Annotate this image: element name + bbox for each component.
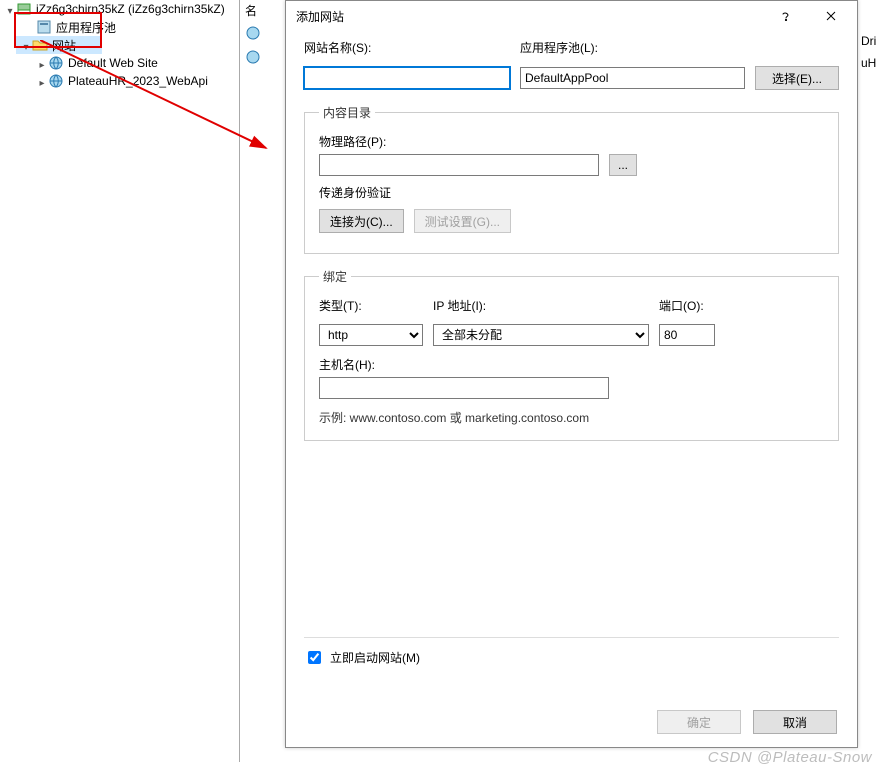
chevron-down-icon[interactable]: [20, 39, 32, 51]
content-directory-group: 内容目录 物理路径(P): ... 传递身份验证 连接为(C)... 测试设置(…: [304, 104, 839, 254]
close-button[interactable]: [808, 2, 853, 30]
inspector-panel: 名: [241, 0, 289, 762]
globe-icon: [48, 73, 64, 89]
connect-as-button[interactable]: 连接为(C)...: [319, 209, 404, 233]
ip-select[interactable]: 全部未分配: [433, 324, 649, 346]
globe-icon: [245, 49, 261, 65]
connections-tree: iZz6g3chirn35kZ (iZz6g3chirn35kZ) 应用程序池 …: [0, 0, 240, 762]
tree-sites-node[interactable]: 网站: [16, 36, 102, 54]
type-label: 类型(T):: [319, 297, 423, 314]
group-legend: 内容目录: [319, 104, 375, 121]
folder-sites-icon: [32, 37, 48, 53]
column-header[interactable]: 名: [241, 0, 289, 21]
site-name-input[interactable]: [304, 67, 510, 89]
port-label: 端口(O):: [659, 297, 719, 314]
chevron-right-icon[interactable]: [36, 57, 48, 69]
type-select[interactable]: http: [319, 324, 423, 346]
help-button[interactable]: [763, 2, 808, 30]
cancel-button[interactable]: 取消: [753, 710, 837, 734]
tree-node-label: 网站: [52, 37, 76, 54]
tree-node-label: iZz6g3chirn35kZ (iZz6g3chirn35kZ): [36, 2, 225, 16]
host-input[interactable]: [319, 377, 609, 399]
dialog-buttons: 确定 取消: [286, 697, 857, 747]
tree-node-label: Default Web Site: [68, 56, 158, 70]
passthrough-auth-label: 传递身份验证: [319, 184, 824, 201]
dialog-title: 添加网站: [296, 8, 763, 25]
physical-path-input[interactable]: [319, 154, 599, 176]
port-input[interactable]: [659, 324, 715, 346]
tree-site-plateau[interactable]: PlateauHR_2023_WebApi: [0, 72, 239, 90]
tree-node-label: 应用程序池: [56, 19, 116, 36]
app-pool-input[interactable]: [520, 67, 745, 89]
start-now-checkbox[interactable]: [308, 651, 321, 664]
select-pool-button[interactable]: 选择(E)...: [755, 66, 839, 90]
physical-path-label: 物理路径(P):: [319, 133, 824, 150]
dialog-body: 网站名称(S): 应用程序池(L): 选择(E)... 内容目录 物理路径(P)…: [286, 31, 857, 697]
globe-icon: [245, 25, 261, 41]
tree-node-label: PlateauHR_2023_WebApi: [68, 74, 208, 88]
globe-icon: [48, 55, 64, 71]
binding-group: 绑定 类型(T): IP 地址(I): 端口(O): http 全部未分配 主机…: [304, 268, 839, 441]
test-settings-button: 测试设置(G)...: [414, 209, 511, 233]
tree-app-pools[interactable]: 应用程序池: [0, 18, 239, 36]
server-icon: [16, 1, 32, 17]
host-label: 主机名(H):: [319, 356, 824, 373]
cropped-background-text: DriuH: [861, 30, 876, 74]
ip-label: IP 地址(I):: [433, 297, 649, 314]
tree-server-node[interactable]: iZz6g3chirn35kZ (iZz6g3chirn35kZ): [0, 0, 239, 18]
chevron-right-icon[interactable]: [36, 75, 48, 87]
site-name-label: 网站名称(S):: [304, 39, 510, 56]
host-example-text: 示例: www.contoso.com 或 marketing.contoso.…: [319, 409, 824, 426]
app-pools-icon: [36, 19, 52, 35]
add-website-dialog: 添加网站 网站名称(S): 应用程序池(L): 选择(E)... 内容目录 物理…: [285, 0, 858, 748]
app-pool-label: 应用程序池(L):: [520, 39, 839, 56]
tree-site-default[interactable]: Default Web Site: [0, 54, 239, 72]
separator: [304, 637, 839, 638]
ok-button: 确定: [657, 710, 741, 734]
browse-button[interactable]: ...: [609, 154, 637, 176]
chevron-down-icon[interactable]: [4, 3, 16, 15]
group-legend: 绑定: [319, 268, 351, 285]
dialog-titlebar: 添加网站: [286, 1, 857, 31]
watermark-text: CSDN @Plateau-Snow: [708, 749, 872, 766]
start-now-label: 立即启动网站(M): [330, 649, 420, 666]
